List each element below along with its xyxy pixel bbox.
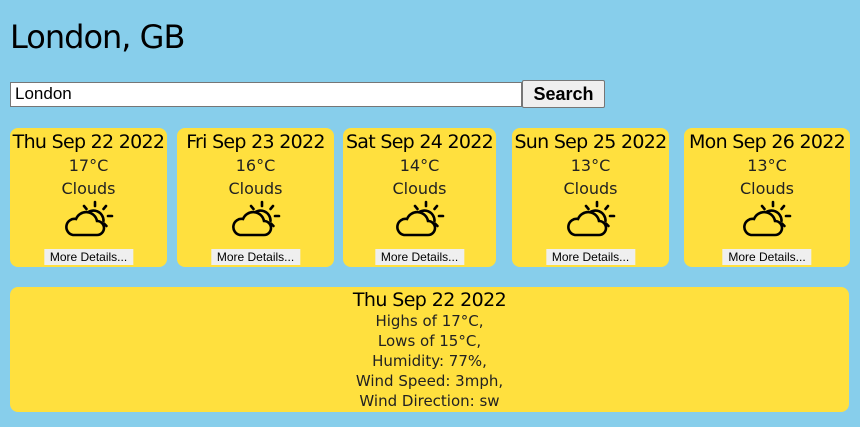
- details-wind-speed: Wind Speed: 3mph,: [355, 372, 504, 390]
- partly-cloudy-icon: [743, 200, 792, 237]
- forecast-condition: Clouds: [563, 179, 618, 198]
- details-wind-direction: Wind Direction: sw: [359, 392, 500, 410]
- forecast-date: Thu Sep 22 2022: [12, 131, 165, 153]
- forecast-temperature: 13°C: [747, 156, 787, 175]
- more-details-button[interactable]: More Details...: [722, 249, 812, 265]
- more-details-button[interactable]: More Details...: [43, 249, 134, 265]
- search-bar: Search: [10, 80, 605, 108]
- forecast-date: Mon Sep 26 2022: [688, 131, 846, 153]
- forecast-condition: Clouds: [228, 179, 283, 198]
- forecast-card: Fri Sep 23 2022 16°C Clouds More Details…: [177, 128, 334, 267]
- forecast-temperature: 16°C: [235, 156, 276, 175]
- details-highs: Highs of 17°C,: [375, 312, 484, 330]
- search-button[interactable]: Search: [522, 80, 605, 108]
- details-humidity: Humidity: 77%,: [372, 352, 487, 370]
- partly-cloudy-icon: [395, 200, 444, 237]
- more-details-button[interactable]: More Details...: [374, 249, 465, 265]
- search-input[interactable]: [10, 81, 522, 107]
- forecast-temperature: 17°C: [68, 156, 109, 175]
- forecast-temperature: 13°C: [570, 156, 611, 175]
- forecast-condition: Clouds: [739, 179, 795, 198]
- forecast-condition: Clouds: [392, 179, 447, 198]
- forecast-condition: Clouds: [61, 179, 116, 198]
- forecast-temperature: 14°C: [399, 156, 440, 175]
- details-panel: Thu Sep 22 2022 Highs of 17°C, Lows of 1…: [10, 287, 849, 412]
- details-date: Thu Sep 22 2022: [352, 289, 507, 311]
- partly-cloudy-icon: [566, 200, 615, 237]
- forecast-card: Sun Sep 25 2022 13°C Clouds More Details…: [512, 128, 669, 267]
- more-details-button[interactable]: More Details...: [210, 249, 301, 265]
- details-lows: Lows of 15°C,: [377, 332, 482, 350]
- forecast-card: Mon Sep 26 2022 13°C Clouds More Details…: [684, 128, 850, 267]
- forecast-date: Fri Sep 23 2022: [186, 131, 325, 153]
- partly-cloudy-icon: [64, 200, 113, 237]
- forecast-card: Thu Sep 22 2022 17°C Clouds More Details…: [10, 128, 167, 267]
- forecast-date: Sat Sep 24 2022: [345, 131, 494, 153]
- more-details-button[interactable]: More Details...: [545, 249, 636, 265]
- forecast-card: Sat Sep 24 2022 14°C Clouds More Details…: [343, 128, 496, 267]
- partly-cloudy-icon: [231, 200, 280, 237]
- page-title: London, GB: [10, 18, 185, 56]
- weather-app: London, GB Search Thu Sep 22 2022 17°C C…: [0, 0, 860, 427]
- forecast-date: Sun Sep 25 2022: [514, 131, 667, 153]
